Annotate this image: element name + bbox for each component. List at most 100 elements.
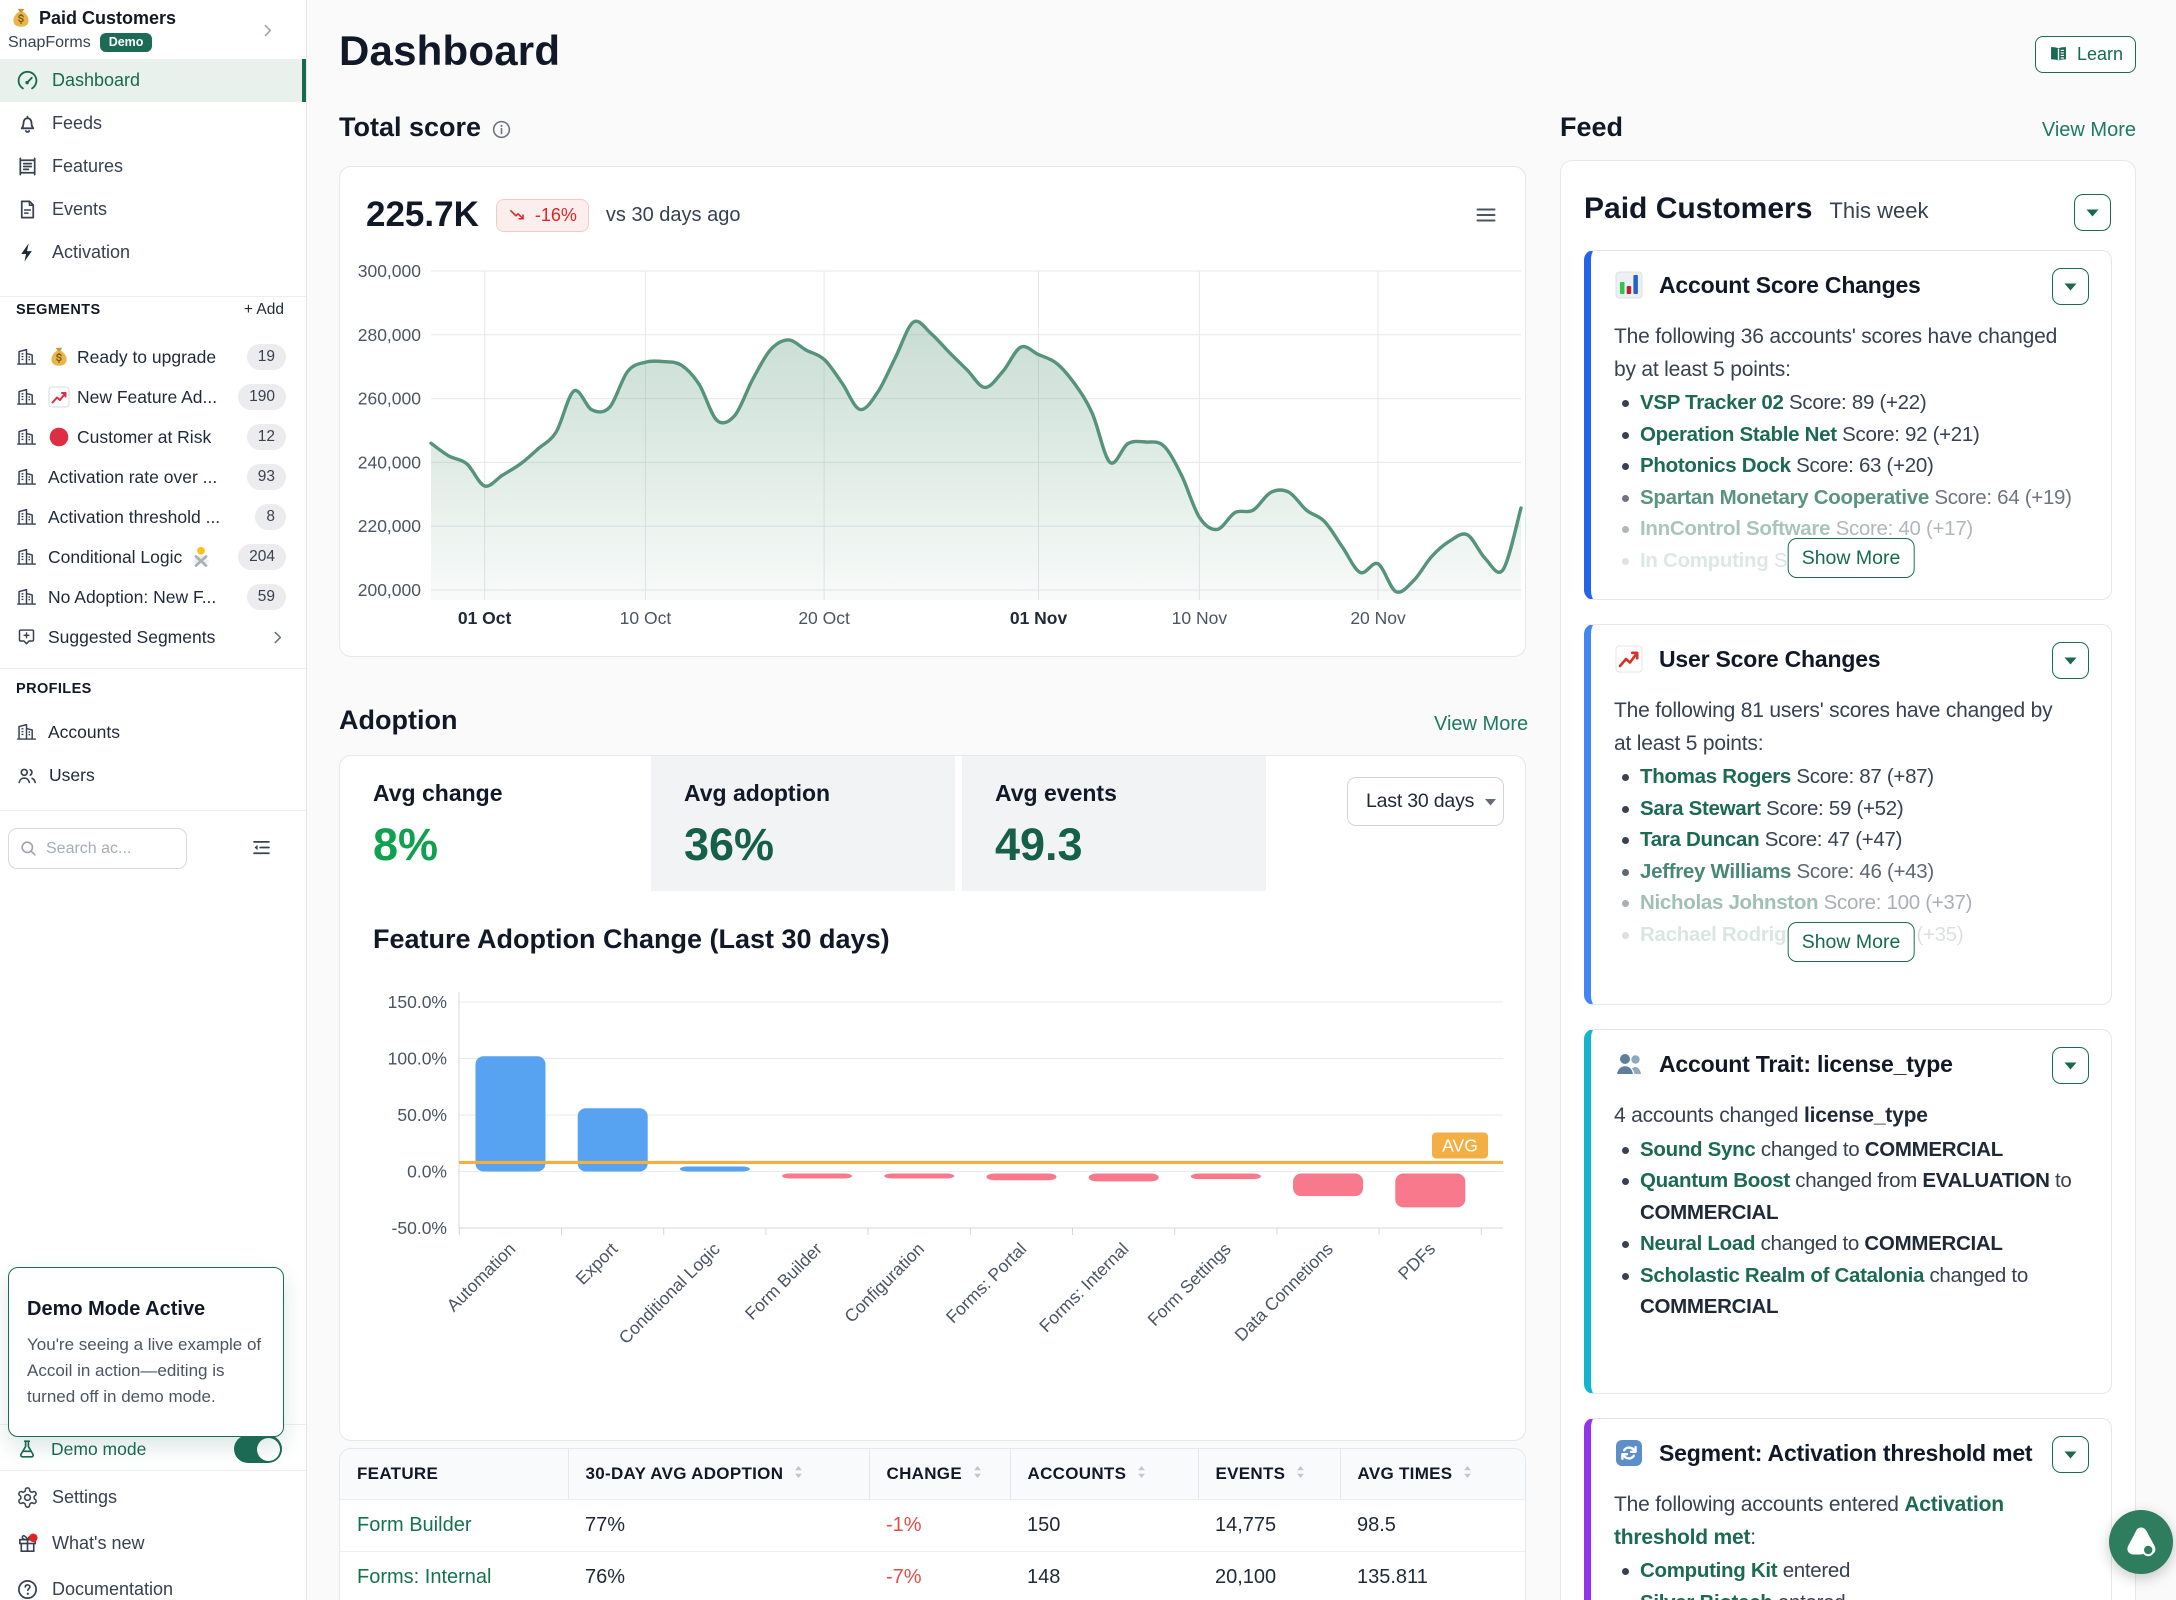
chevron-right-icon[interactable] [259, 22, 276, 39]
svg-text:Configuration: Configuration [840, 1239, 928, 1327]
sort-icon[interactable] [1461, 1464, 1474, 1480]
segment-item[interactable]: Activation rate over ... 93 [0, 457, 306, 497]
feature-table-card: FEATURE30-DAY AVG ADOPTIONCHANGEACCOUNTS… [339, 1448, 1526, 1600]
feed-group-title: Paid Customers [1584, 192, 1812, 226]
sidebar-item-activation[interactable]: Activation [0, 231, 306, 274]
segment-item[interactable]: New Feature Ad... 190 [0, 377, 306, 417]
entity-name[interactable]: Neural Load [1640, 1232, 1755, 1255]
table-header-5[interactable]: AVG TIMES [1340, 1449, 1525, 1500]
svg-text:240,000: 240,000 [358, 452, 422, 472]
tab-avg-events[interactable]: Avg events 49.3 [962, 756, 1266, 891]
sidebar-item-documentation[interactable]: Documentation [0, 1566, 306, 1600]
sidebar-item-suggested-segments[interactable]: Suggested Segments [0, 617, 306, 657]
total-score-compare: vs 30 days ago [606, 204, 741, 227]
sidebar-item-features[interactable]: Features [0, 145, 306, 188]
table-header-4[interactable]: EVENTS [1198, 1449, 1340, 1500]
demo-mode-toggle[interactable] [234, 1435, 282, 1463]
tab-avg-change[interactable]: Avg change 8% [340, 756, 644, 891]
sort-icon[interactable] [792, 1464, 805, 1480]
total-score-value: 225.7K [366, 195, 479, 235]
table-header-3[interactable]: ACCOUNTS [1010, 1449, 1198, 1500]
info-icon[interactable] [491, 119, 512, 140]
collapse-sidebar-icon[interactable] [251, 837, 272, 858]
learn-button[interactable]: Learn [2035, 36, 2136, 73]
svg-text:20 Nov: 20 Nov [1350, 608, 1406, 628]
show-more-button[interactable]: Show More [1788, 922, 1915, 962]
sidebar-item-settings[interactable]: Settings [0, 1474, 306, 1520]
entity-name[interactable]: VSP Tracker 02 [1640, 391, 1784, 414]
workspace-header[interactable]: Paid Customers SnapForms Demo [0, 0, 306, 56]
sidebar-item-dashboard[interactable]: Dashboard [0, 59, 306, 102]
feed-card-title: User Score Changes [1659, 646, 1880, 673]
bar-chart-title: Feature Adoption Change (Last 30 days) [373, 924, 890, 955]
total-score-chart: 200,000220,000240,000260,000280,000300,0… [340, 167, 1525, 656]
entity-name[interactable]: Sound Sync [1640, 1138, 1755, 1161]
svg-text:220,000: 220,000 [358, 516, 422, 536]
segment-item[interactable]: No Adoption: New F... 59 [0, 577, 306, 617]
bar-3 [782, 1174, 852, 1179]
table-header-1[interactable]: 30-DAY AVG ADOPTION [568, 1449, 869, 1500]
adoption-view-more[interactable]: View More [1434, 713, 1528, 736]
chart-menu-icon[interactable] [1474, 203, 1498, 227]
entity-name[interactable]: Operation Stable Net [1640, 423, 1837, 446]
sort-icon[interactable] [971, 1464, 984, 1480]
table-header-2[interactable]: CHANGE [869, 1449, 1010, 1500]
entity-name[interactable]: In Computing [1640, 549, 1768, 572]
feed-list-item: Thomas Rogers Score: 87 (+87) [1614, 761, 2091, 793]
feed-card-dropdown[interactable] [2052, 1047, 2089, 1084]
caret-down-icon [1482, 793, 1499, 810]
range-select[interactable]: Last 30 days [1347, 777, 1504, 826]
sidebar-item-users[interactable]: Users [0, 754, 306, 797]
entity-name[interactable]: Spartan Monetary Cooperative [1640, 486, 1929, 509]
accoil-chat-button[interactable] [2109, 1510, 2173, 1574]
feed-card-dropdown[interactable] [2052, 268, 2089, 305]
sidebar-item-accounts[interactable]: Accounts [0, 711, 306, 754]
entity-name[interactable]: Computing Kit [1640, 1559, 1777, 1582]
sort-icon[interactable] [1294, 1464, 1307, 1480]
range-select-value: Last 30 days [1366, 790, 1474, 813]
show-more-button[interactable]: Show More [1788, 538, 1915, 578]
entity-name[interactable]: Nicholas Johnston [1640, 891, 1818, 914]
add-segment-button[interactable]: + Add [244, 301, 284, 319]
entity-name[interactable]: InnControl Software [1640, 517, 1830, 540]
segment-label: Conditional Logic [48, 547, 182, 568]
cell-events: 20,100 [1198, 1552, 1340, 1600]
segment-count-badge: 12 [247, 424, 286, 450]
segment-item[interactable]: Conditional Logic 204 [0, 537, 306, 577]
sort-icon[interactable] [1135, 1464, 1148, 1480]
cell-feature[interactable]: Form Builder [340, 1500, 568, 1552]
feed-group-dropdown[interactable] [2074, 194, 2111, 231]
feed-card-dropdown[interactable] [2052, 1436, 2089, 1473]
feed-view-more[interactable]: View More [2042, 119, 2136, 142]
table-header-0[interactable]: FEATURE [340, 1449, 568, 1500]
entity-name[interactable]: Thomas Rogers [1640, 765, 1791, 788]
search-input[interactable] [46, 840, 156, 858]
sidebar-item-what-s-new[interactable]: What's new [0, 1520, 306, 1566]
sidebar-item-feeds[interactable]: Feeds [0, 102, 306, 145]
segment-label: Ready to upgrade [77, 347, 216, 368]
cell-feature[interactable]: Forms: Internal [340, 1552, 568, 1600]
entity-name[interactable]: Scholastic Realm of Catalonia [1640, 1264, 1924, 1287]
search-box[interactable] [8, 828, 187, 869]
svg-text:20 Oct: 20 Oct [798, 608, 850, 628]
entity-name[interactable]: Tara Duncan [1640, 828, 1759, 851]
chartup-emoji-icon [1614, 644, 1644, 674]
bar-2 [680, 1167, 750, 1172]
feed-card-intro: The following 36 accounts' scores have c… [1614, 321, 2066, 386]
svg-text:Conditional Logic: Conditional Logic [615, 1239, 724, 1348]
tab-avg-adoption[interactable]: Avg adoption 36% [651, 756, 955, 891]
svg-text:300,000: 300,000 [358, 261, 422, 281]
segment-item[interactable]: Activation threshold ... 8 [0, 497, 306, 537]
entity-name[interactable]: Photonics Dock [1640, 454, 1791, 477]
sidebar-item-label: Feeds [52, 113, 102, 134]
feed-card-dropdown[interactable] [2052, 642, 2089, 679]
chart-emoji-icon [48, 386, 70, 408]
entity-name[interactable]: Jeffrey Williams [1640, 860, 1791, 883]
svg-text:10 Nov: 10 Nov [1172, 608, 1228, 628]
segment-item[interactable]: Customer at Risk 12 [0, 417, 306, 457]
segment-item[interactable]: Ready to upgrade 19 [0, 337, 306, 377]
sidebar-item-events[interactable]: Events [0, 188, 306, 231]
entity-name[interactable]: Silver Biotech [1640, 1591, 1773, 1600]
entity-name[interactable]: Sara Stewart [1640, 797, 1761, 820]
entity-name[interactable]: Quantum Boost [1640, 1169, 1790, 1192]
